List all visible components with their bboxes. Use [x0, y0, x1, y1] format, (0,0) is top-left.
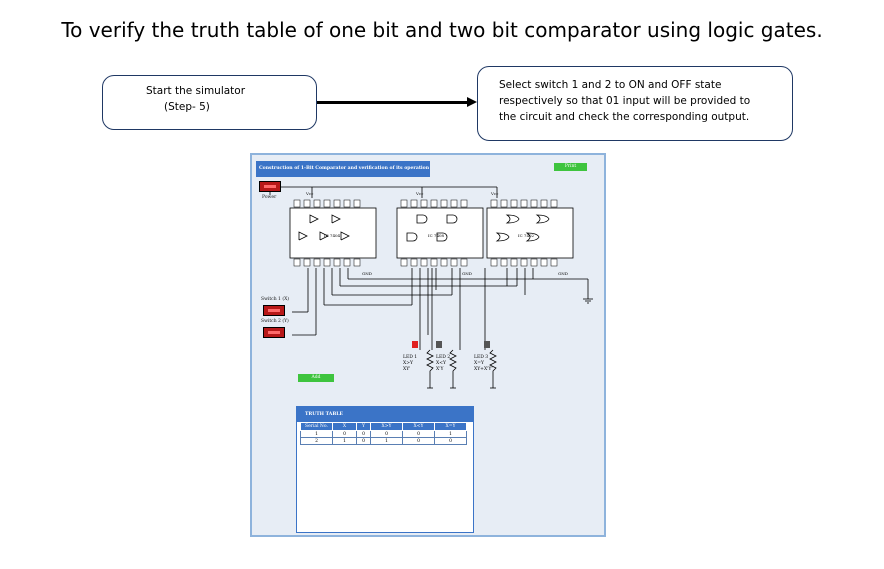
- table-cell: 0: [370, 430, 403, 438]
- col-y: Y: [356, 422, 371, 431]
- col-x-gt-y: X>Y: [370, 422, 403, 431]
- led2-relation: X<Y: [436, 360, 447, 366]
- led1-name: LED 1: [403, 354, 417, 360]
- table-cell: 1: [434, 430, 467, 438]
- led3-relation: X=Y: [474, 360, 485, 366]
- table-cell: 1: [370, 437, 403, 445]
- vcc-label-2: Vcc: [415, 191, 424, 196]
- callout-right-line3: the circuit and check the corresponding …: [499, 111, 750, 123]
- arrow-head-icon: [467, 97, 477, 107]
- vcc-label-1: Vcc: [305, 191, 314, 196]
- instruction-callout: Select switch 1 and 2 to ON and OFF stat…: [477, 66, 793, 141]
- callout-right-line2: respectively so that 01 input will be pr…: [499, 95, 751, 107]
- col-x-eq-y: X=Y: [434, 422, 467, 431]
- ic3-label: IC 7402: [518, 233, 535, 238]
- led1-expression: XY': [403, 366, 410, 372]
- instruction-arrow: [317, 101, 469, 104]
- vcc-label-3: Vcc: [490, 191, 499, 196]
- gnd-label-2: GND: [462, 271, 472, 276]
- table-cell: 0: [356, 437, 371, 445]
- led2-indicator: [436, 341, 442, 348]
- led1-indicator: [412, 341, 418, 348]
- table-cell: 0: [402, 430, 435, 438]
- table-cell: 1: [300, 430, 333, 438]
- col-x-lt-y: X<Y: [402, 422, 435, 431]
- led1-relation: X>Y: [403, 360, 414, 366]
- led3-expression: XY+X'Y': [474, 366, 493, 372]
- col-serial: Serial No.: [300, 422, 333, 431]
- led3-indicator: [484, 341, 490, 348]
- gnd-label-3: GND: [558, 271, 568, 276]
- truth-table-panel: TRUTH TABLE Serial No. X Y X>Y X<Y X=Y 1…: [296, 406, 474, 533]
- truth-table: Serial No. X Y X>Y X<Y X=Y 1 0 0 0 0 1 2…: [300, 422, 467, 445]
- table-cell: 1: [332, 437, 357, 445]
- table-row: 2 1 0 1 0 0: [300, 437, 467, 445]
- ic1-label: IC 7404: [324, 233, 341, 238]
- truth-table-title: TRUTH TABLE: [297, 407, 473, 422]
- page-title: To verify the truth table of one bit and…: [61, 18, 823, 42]
- simulator-panel: Construction of 1-Bit Comparator and ver…: [250, 153, 606, 537]
- led3-name: LED 3: [474, 354, 488, 360]
- ic2-label: IC 7408: [428, 233, 445, 238]
- callout-left-line2: (Step- 5): [164, 101, 210, 113]
- table-cell: 0: [402, 437, 435, 445]
- start-simulator-callout: Start the simulator (Step- 5): [102, 75, 317, 130]
- table-cell: 0: [356, 430, 371, 438]
- truth-table-header-row: Serial No. X Y X>Y X<Y X=Y: [300, 422, 467, 431]
- add-button[interactable]: Add: [298, 374, 334, 382]
- callout-right-line1: Select switch 1 and 2 to ON and OFF stat…: [499, 79, 722, 91]
- gnd-label-1: GND: [362, 271, 372, 276]
- callout-left-line1: Start the simulator: [146, 85, 246, 97]
- table-cell: 0: [434, 437, 467, 445]
- led2-name: LED 2: [436, 354, 450, 360]
- table-cell: 0: [332, 430, 357, 438]
- table-cell: 2: [300, 437, 333, 445]
- table-row: 1 0 0 0 0 1: [300, 430, 467, 438]
- led2-expression: X'Y: [436, 366, 444, 372]
- col-x: X: [332, 422, 357, 431]
